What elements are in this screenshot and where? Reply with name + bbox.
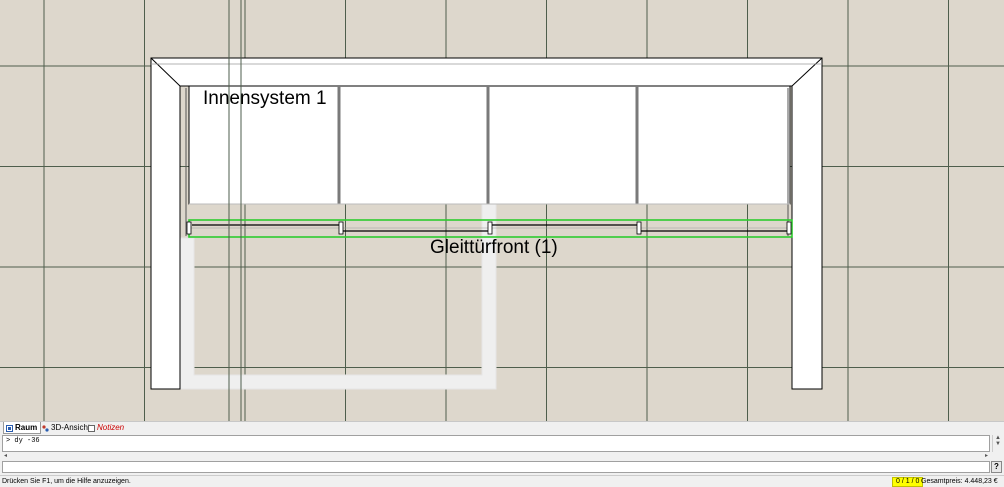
- help-button[interactable]: ?: [991, 461, 1002, 473]
- scroll-right-icon[interactable]: ▸: [985, 452, 988, 459]
- status-bar: Drücken Sie F1, um die Hilfe anzuzeigen.…: [0, 475, 1004, 487]
- scroll-left-icon[interactable]: ◂: [4, 452, 7, 459]
- cabinet-drawing[interactable]: [0, 0, 1004, 421]
- inner-system-label: Innensystem 1: [203, 88, 327, 109]
- tab-raum[interactable]: Raum: [3, 422, 42, 434]
- command-history-scrollbar[interactable]: ▲ ▼: [992, 435, 1003, 452]
- view-tabs: Raum 3D-Ansicht Notizen: [0, 421, 1004, 435]
- scroll-down-icon[interactable]: ▼: [993, 441, 1003, 447]
- total-price: Gesamtpreis: 4.448,23 €: [921, 478, 998, 485]
- status-hint: Drücken Sie F1, um die Hilfe anzuzeigen.: [2, 478, 131, 485]
- command-history-line: > dy -36: [6, 437, 40, 445]
- 3d-view-icon: [42, 424, 49, 432]
- tab-notizen[interactable]: Notizen: [86, 422, 127, 433]
- command-history-hscrollbar[interactable]: ◂ ▸: [2, 453, 990, 460]
- door-handle: [636, 221, 642, 235]
- sliding-door-front-label: Gleittürfront (1): [430, 237, 558, 258]
- door-handle: [186, 221, 192, 235]
- door-handle: [786, 221, 792, 235]
- door-handle: [487, 221, 493, 235]
- room-view-icon: [6, 424, 13, 432]
- command-input[interactable]: [2, 461, 990, 473]
- door-handle: [338, 221, 344, 235]
- command-history[interactable]: > dy -36: [2, 435, 990, 452]
- floor-plan-viewport[interactable]: Innensystem 1 Gleittürfront (1): [0, 0, 1004, 421]
- notes-icon: [88, 424, 95, 432]
- ghost-outline: [179, 203, 497, 390]
